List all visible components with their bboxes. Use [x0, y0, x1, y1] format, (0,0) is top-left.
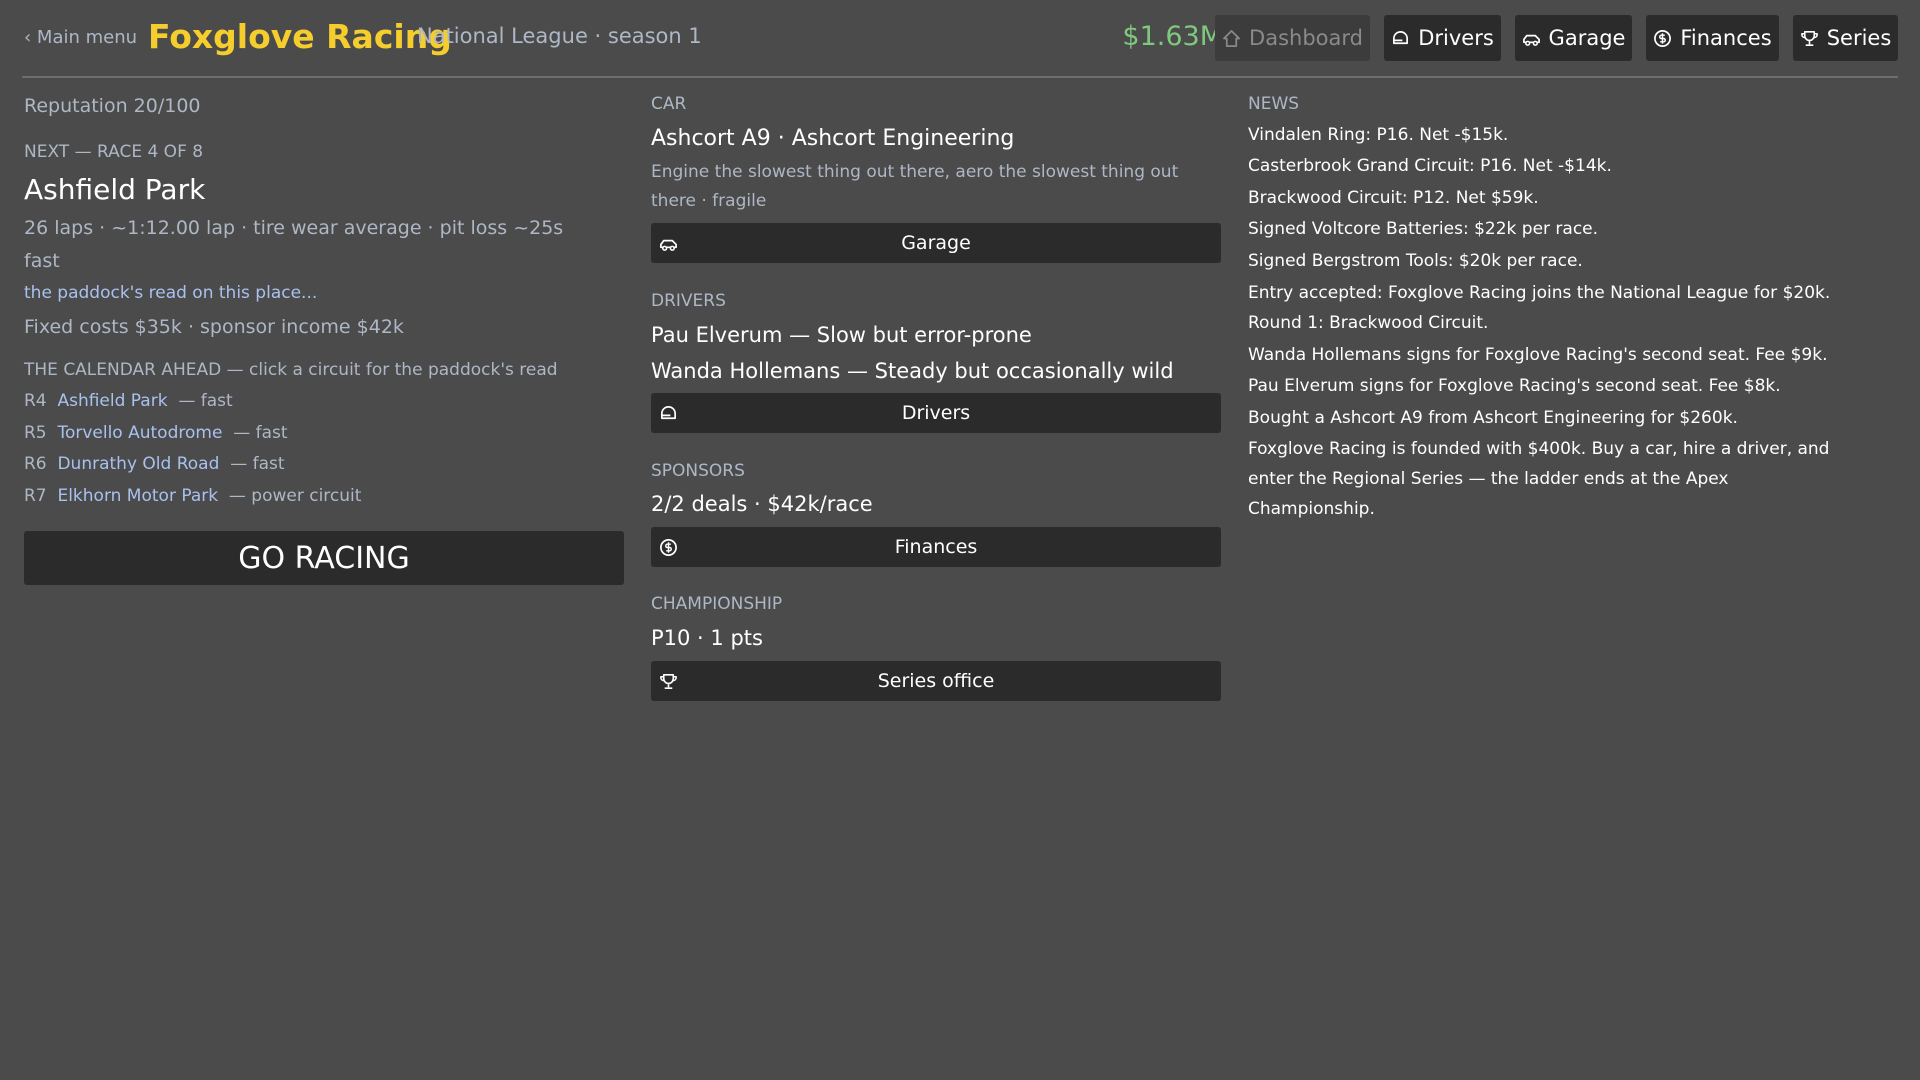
news-item: Pau Elverum signs for Foxglove Racing's …: [1248, 376, 1781, 396]
calendar-label: THE CALENDAR AHEAD — click a circuit for…: [24, 360, 558, 380]
finances-button[interactable]: Finances: [651, 527, 1221, 567]
calendar-row: R6 Dunrathy Old Road — fast: [24, 454, 285, 474]
nav-series-label: Series: [1826, 26, 1892, 50]
helmet-icon: [660, 406, 677, 420]
calendar-round: R4: [24, 391, 47, 411]
news-item: enter the Regional Series — the ladder e…: [1248, 469, 1729, 489]
league-season: National League · season 1: [417, 24, 702, 48]
news-item: Foxglove Racing is founded with $400k. B…: [1248, 439, 1830, 459]
series-office-button[interactable]: Series office: [651, 661, 1221, 701]
nav-dashboard-button[interactable]: Dashboard: [1215, 15, 1370, 61]
money-balance: $1.63M: [1122, 21, 1223, 52]
garage-button-label: Garage: [901, 232, 971, 254]
driver-2: Wanda Hollemans — Steady but occasionall…: [651, 359, 1174, 383]
nav-drivers-button[interactable]: Drivers: [1384, 15, 1501, 61]
nav-drivers-label: Drivers: [1418, 26, 1494, 50]
next-track-name: Ashfield Park: [24, 173, 206, 206]
news-item: Brackwood Circuit: P12. Net $59k.: [1248, 188, 1539, 208]
calendar-row: R7 Elkhorn Motor Park — power circuit: [24, 486, 361, 506]
calendar-circuit-type: — power circuit: [228, 486, 362, 506]
drivers-label: DRIVERS: [651, 291, 726, 311]
track-type: fast: [24, 250, 60, 272]
car-icon: [1522, 34, 1540, 46]
calendar-circuit-link[interactable]: Elkhorn Motor Park: [57, 486, 218, 506]
news-item: Bought a Ashcort A9 from Ashcort Enginee…: [1248, 408, 1738, 428]
main-menu-link[interactable]: ‹ Main menu: [24, 27, 137, 48]
news-item: Signed Voltcore Batteries: $22k per race…: [1248, 219, 1599, 239]
garage-button[interactable]: Garage: [651, 223, 1221, 263]
nav-dashboard-label: Dashboard: [1249, 26, 1363, 50]
nav-garage-label: Garage: [1548, 26, 1626, 50]
championship-value: P10 · 1 pts: [651, 626, 763, 650]
paddock-read-link[interactable]: the paddock's read on this place...: [24, 283, 317, 303]
championship-label: CHAMPIONSHIP: [651, 594, 783, 614]
drivers-button[interactable]: Drivers: [651, 393, 1221, 433]
car-name: Ashcort A9 · Ashcort Engineering: [651, 126, 1015, 151]
coin-icon: [660, 539, 677, 556]
calendar-circuit-link[interactable]: Dunrathy Old Road: [57, 454, 219, 474]
calendar-circuit-link[interactable]: Ashfield Park: [57, 391, 167, 411]
nav-series-button[interactable]: Series: [1793, 15, 1898, 61]
home-icon: [1223, 29, 1240, 47]
calendar-row: R5 Torvello Autodrome — fast: [24, 423, 288, 443]
trophy-icon: [1800, 30, 1818, 46]
trophy-icon: [660, 674, 677, 689]
car-label: CAR: [651, 94, 687, 114]
calendar-circuit-link[interactable]: Torvello Autodrome: [57, 423, 222, 443]
news-item: Signed Bergstrom Tools: $20k per race.: [1248, 251, 1583, 271]
calendar-round: R7: [24, 486, 47, 506]
series-office-button-label: Series office: [877, 670, 995, 692]
drivers-button-label: Drivers: [901, 402, 971, 424]
calendar-round: R5: [24, 423, 47, 443]
sponsors-value: 2/2 deals · $42k/race: [651, 492, 873, 516]
helmet-icon: [1393, 30, 1409, 44]
nav-garage-button[interactable]: Garage: [1515, 15, 1632, 61]
news-item: Championship.: [1248, 499, 1375, 519]
news-item: Vindalen Ring: P16. Net -$15k.: [1248, 125, 1509, 145]
news-item: Entry accepted: Foxglove Racing joins th…: [1248, 283, 1831, 303]
car-description-line1: Engine the slowest thing out there, aero…: [651, 162, 1179, 182]
finances-button-label: Finances: [894, 536, 978, 558]
news-item: Casterbrook Grand Circuit: P16. Net -$14…: [1248, 156, 1612, 176]
nav-finances-button[interactable]: Finances: [1646, 15, 1779, 61]
calendar-circuit-type: — fast: [230, 454, 285, 474]
car-description-line2: there · fragile: [651, 191, 767, 211]
news-item: Round 1: Brackwood Circuit.: [1248, 313, 1489, 333]
nav-finances-label: Finances: [1680, 26, 1772, 50]
costs-summary: Fixed costs $35k · sponsor income $42k: [24, 316, 404, 338]
next-race-label: NEXT — RACE 4 OF 8: [24, 142, 204, 162]
sponsors-label: SPONSORS: [651, 461, 745, 481]
calendar-circuit-type: — fast: [178, 391, 233, 411]
team-name: Foxglove Racing: [148, 17, 452, 56]
calendar-circuit-type: — fast: [233, 423, 288, 443]
car-icon: [660, 239, 677, 251]
driver-1: Pau Elverum — Slow but error-prone: [651, 323, 1032, 347]
news-label: NEWS: [1248, 94, 1300, 114]
track-details: 26 laps · ~1:12.00 lap · tire wear avera…: [24, 217, 564, 239]
reputation: Reputation 20/100: [24, 95, 201, 117]
news-item: Wanda Hollemans signs for Foxglove Racin…: [1248, 345, 1828, 365]
calendar-round: R6: [24, 454, 47, 474]
go-racing-button[interactable]: GO RACING: [24, 531, 624, 585]
top-bar: ‹ Main menu Foxglove Racing National Lea…: [22, 0, 1898, 78]
coin-icon: [1654, 29, 1672, 47]
calendar-row: R4 Ashfield Park — fast: [24, 391, 233, 411]
